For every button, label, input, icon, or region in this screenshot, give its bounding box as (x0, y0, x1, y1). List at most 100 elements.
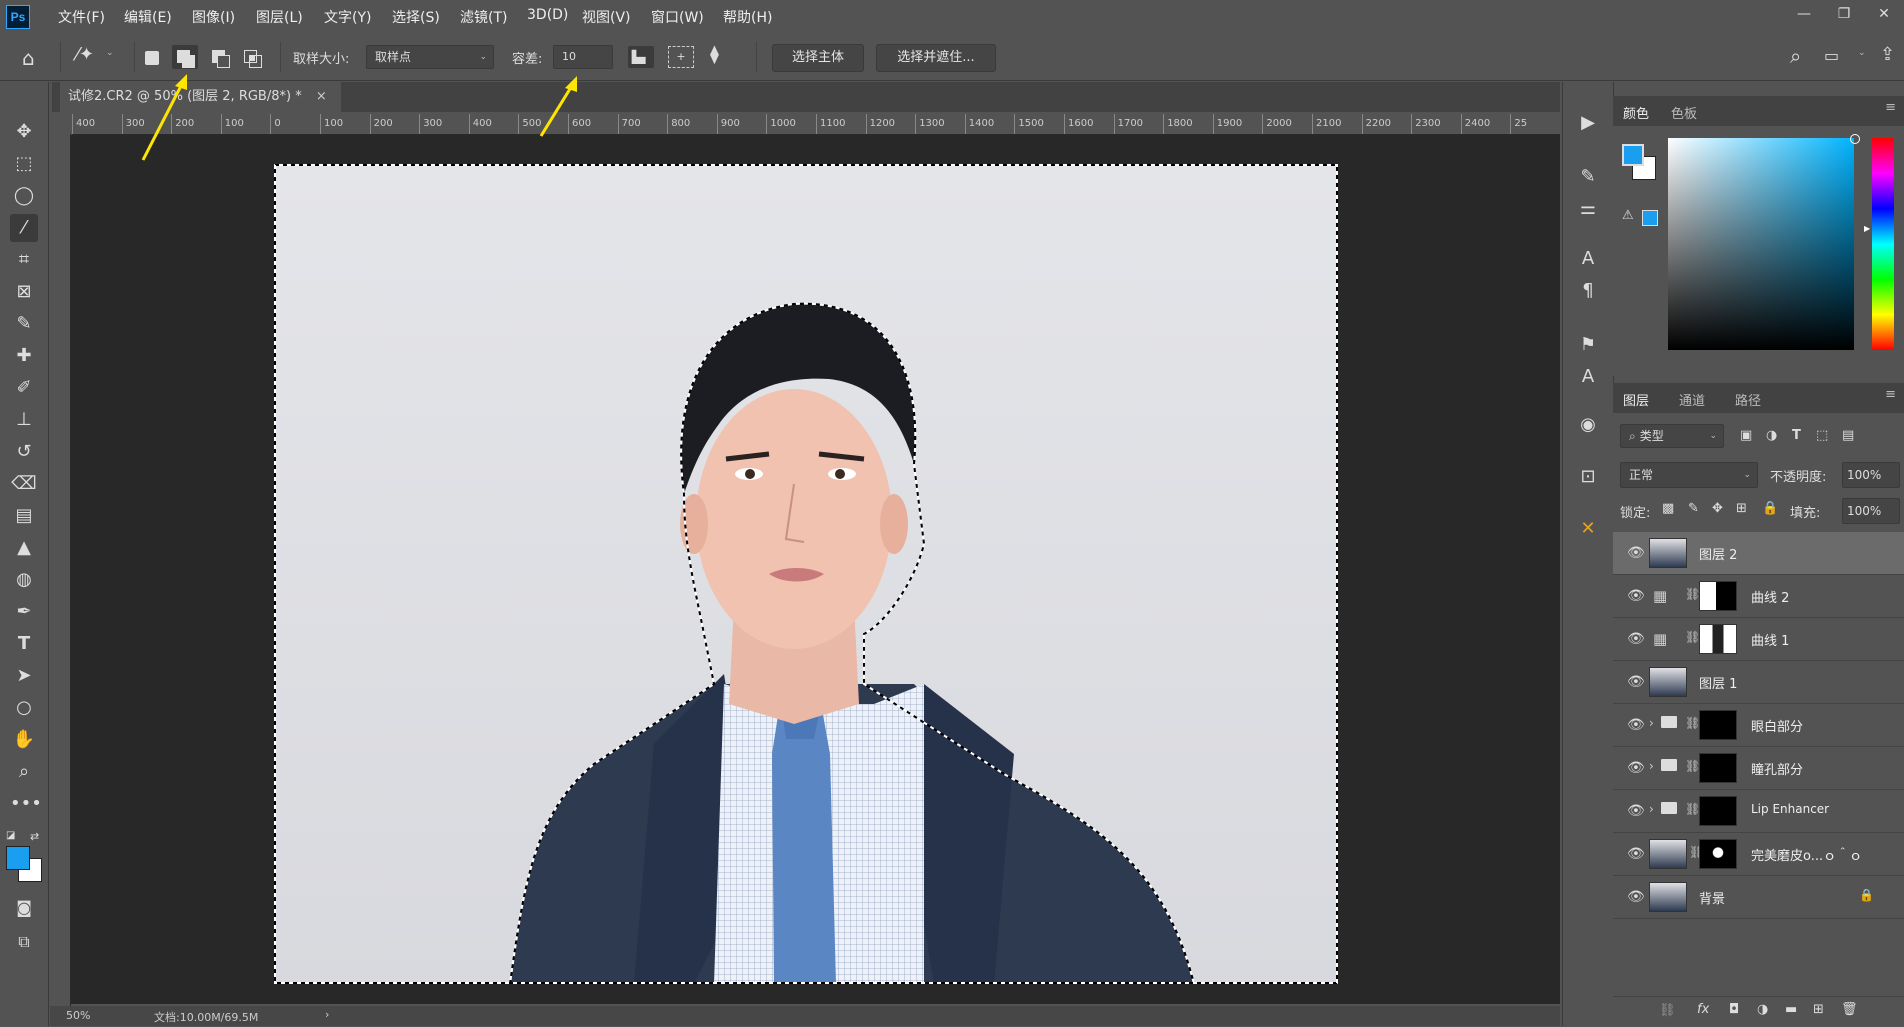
lock-image-icon[interactable]: ✎ (1688, 501, 1699, 516)
close-tab-icon[interactable]: × (316, 89, 327, 104)
lasso-tool-icon[interactable]: ◯ (10, 182, 38, 210)
layer-row[interactable]: 👁 背景 🔒 (1613, 876, 1904, 919)
tab-swatches[interactable]: 色板 (1671, 103, 1697, 122)
new-layer-icon[interactable]: ⊞ (1813, 1002, 1824, 1017)
visibility-eye-icon[interactable]: 👁 (1627, 889, 1645, 905)
restore-icon[interactable]: ❐ (1824, 0, 1864, 30)
gradient-tool-icon[interactable]: ▤ (10, 502, 38, 530)
hue-slider[interactable] (1872, 138, 1894, 350)
layer-row[interactable]: 👁 › ⛓ 眼白部分 (1613, 704, 1904, 747)
gamut-warning-icon[interactable]: ⚠ (1622, 208, 1634, 223)
share-icon[interactable]: ⇪ (1880, 44, 1895, 65)
move-tool-icon[interactable]: ✥ (10, 118, 38, 146)
type-tool-icon[interactable]: T (10, 630, 38, 658)
home-icon[interactable]: ⌂ (22, 46, 35, 70)
anti-alias-icon[interactable]: ▙▖ (628, 46, 654, 68)
expand-group-icon[interactable]: › (1649, 759, 1654, 773)
web-safe-swatch[interactable] (1642, 210, 1658, 226)
new-adjustment-layer-icon[interactable]: ◑ (1757, 1002, 1768, 1017)
fill-input[interactable]: 100% (1842, 498, 1900, 524)
select-subject-button[interactable]: 选择主体 (772, 44, 864, 72)
layer-mask-thumbnail[interactable] (1699, 710, 1737, 740)
crop-tool-icon[interactable]: ⌗ (10, 246, 38, 274)
color-picker-handle[interactable] (1850, 134, 1860, 144)
visibility-eye-icon[interactable]: 👁 (1627, 674, 1645, 690)
status-menu-arrow-icon[interactable]: › (325, 1008, 329, 1021)
blend-mode-select[interactable]: 正常 ⌄ (1620, 462, 1758, 488)
color-field[interactable] (1668, 138, 1854, 350)
paragraph-icon[interactable]: ¶ (1573, 278, 1603, 304)
workspace-icon[interactable]: ▭ (1824, 46, 1839, 65)
character-icon[interactable]: A (1573, 246, 1603, 272)
color-foreground-swatch[interactable] (1622, 144, 1644, 166)
filter-pixel-icon[interactable]: ▣ (1740, 428, 1752, 443)
screen-mode-icon[interactable]: ⧉ (10, 928, 38, 956)
tab-channels[interactable]: 通道 (1679, 390, 1705, 409)
sample-all-layers-icon[interactable]: ⧫ (710, 44, 719, 65)
new-selection-icon[interactable] (145, 51, 159, 65)
history-brush-tool-icon[interactable]: ↺ (10, 438, 38, 466)
magic-wand-icon[interactable]: ⁄✦ (76, 44, 94, 65)
menu-view[interactable]: 视图(V) (582, 7, 631, 27)
visibility-eye-icon[interactable]: 👁 (1627, 717, 1645, 733)
intersect-selection-icon[interactable] (240, 45, 264, 69)
brush-tool-icon[interactable]: ✐ (10, 374, 38, 402)
menu-window[interactable]: 窗口(W) (651, 7, 704, 27)
healing-brush-tool-icon[interactable]: ✚ (10, 342, 38, 370)
lock-all-icon[interactable]: 🔒 (1762, 501, 1778, 516)
expand-group-icon[interactable]: › (1649, 716, 1654, 730)
tool-preset-chevron-icon[interactable]: ⌄ (106, 48, 114, 58)
eraser-tool-icon[interactable]: ⌫ (10, 470, 38, 498)
subtract-from-selection-icon[interactable] (208, 45, 232, 69)
camera-icon[interactable]: ◉ (1573, 412, 1603, 438)
magic-wand-tool-icon[interactable]: ⁄ (10, 214, 38, 242)
layer-row[interactable]: 👁 ▦ ⛓ 曲线 2 (1613, 575, 1904, 618)
sample-size-select[interactable]: 取样点 ⌄ (366, 45, 494, 69)
tab-paths[interactable]: 路径 (1735, 390, 1761, 409)
visibility-eye-icon[interactable]: 👁 (1627, 545, 1645, 561)
add-mask-icon[interactable]: ◘ (1729, 1002, 1739, 1017)
visibility-eye-icon[interactable]: 👁 (1627, 631, 1645, 647)
opacity-input[interactable]: 100% (1842, 462, 1900, 488)
add-to-selection-button[interactable] (172, 45, 198, 69)
plugin-icon[interactable]: ✕ (1573, 516, 1603, 542)
layer-row[interactable]: 👁 › ⛓ 瞳孔部分 (1613, 747, 1904, 790)
frame-tool-icon[interactable]: ⊠ (10, 278, 38, 306)
path-selection-tool-icon[interactable]: ➤ (10, 662, 38, 690)
brush-settings-icon[interactable]: ✎ (1573, 164, 1603, 190)
lock-position-icon[interactable]: ✥ (1712, 501, 1723, 516)
document-tab[interactable]: 试修2.CR2 @ 50% (图层 2, RGB/8*) * × (60, 82, 341, 112)
layer-row[interactable]: 👁 图层 1 (1613, 661, 1904, 704)
filter-smart-object-icon[interactable]: ▤ (1842, 428, 1854, 443)
filter-adjustment-icon[interactable]: ◑ (1766, 428, 1777, 443)
menu-layer[interactable]: 图层(L) (256, 7, 303, 27)
link-icon[interactable]: ⛓ (1685, 802, 1700, 816)
close-window-icon[interactable]: ✕ (1864, 0, 1904, 30)
tab-color[interactable]: 颜色 (1623, 103, 1649, 122)
character-styles-icon[interactable]: A (1573, 364, 1603, 390)
filter-shape-icon[interactable]: ⬚ (1816, 428, 1828, 443)
link-layers-icon[interactable]: ⛓ (1659, 1003, 1676, 1018)
workspace-chevron-icon[interactable]: ⌄ (1858, 48, 1866, 58)
lock-artboard-icon[interactable]: ⊞ (1736, 501, 1747, 516)
layer-row[interactable]: 👁 ▦ ⛓ 曲线 1 (1613, 618, 1904, 661)
tolerance-input[interactable]: 10 (553, 45, 613, 69)
hand-tool-icon[interactable]: ✋ (10, 726, 38, 754)
panel-menu-icon[interactable]: ≡ (1885, 100, 1896, 115)
layer-row[interactable]: 👁 ⛓ 完美磨皮o...ｏ＾ｏ (1613, 833, 1904, 876)
minimize-icon[interactable]: — (1784, 0, 1824, 30)
menu-image[interactable]: 图像(I) (192, 7, 235, 27)
default-colors-icon[interactable]: ◪ (6, 830, 15, 841)
layer-mask-thumbnail[interactable] (1699, 839, 1737, 869)
contiguous-icon[interactable]: + (668, 46, 694, 68)
expand-group-icon[interactable]: › (1649, 802, 1654, 816)
adjustments-icon[interactable]: ⚌ (1573, 196, 1603, 222)
layer-row[interactable]: 👁 图层 2 (1613, 532, 1904, 575)
menu-select[interactable]: 选择(S) (392, 7, 440, 27)
link-icon[interactable]: ⛓ (1685, 716, 1700, 730)
lock-icon[interactable]: 🔒 (1859, 888, 1874, 902)
swap-colors-icon[interactable]: ⇄ (30, 830, 39, 843)
layer-row[interactable]: 👁 › ⛓ Lip Enhancer (1613, 790, 1904, 833)
zoom-level[interactable]: 50% (66, 1009, 90, 1022)
menu-type[interactable]: 文字(Y) (324, 7, 371, 27)
